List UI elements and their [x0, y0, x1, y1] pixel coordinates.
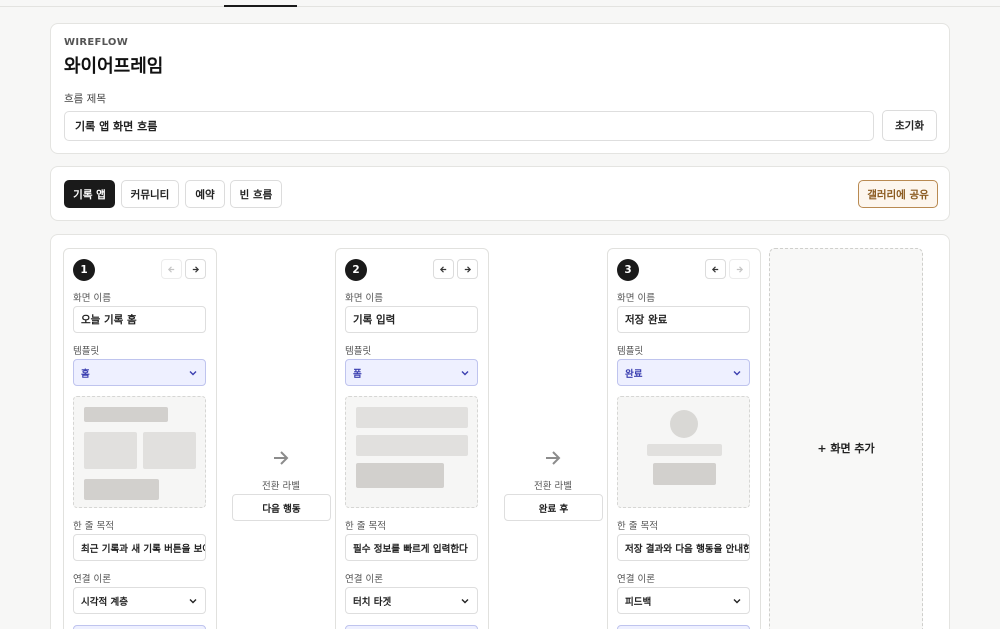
flow-title-label: 흐름 제목 [64, 93, 106, 105]
preview-block [647, 444, 722, 456]
theory-label: 연결 이론 [617, 574, 655, 585]
preview-block [653, 463, 716, 485]
share-to-gallery-button[interactable]: 갤러리에 공유 [858, 180, 938, 208]
preview-block [356, 463, 444, 488]
preview-block [84, 432, 137, 469]
preview-block [356, 407, 468, 428]
transition-connector-1: 전환 라벨 다음 행동 [221, 248, 341, 629]
move-left-button[interactable] [433, 259, 454, 279]
arrow-left-icon [167, 265, 175, 273]
screen-name-label: 화면 이름 [73, 293, 111, 304]
preset-tab-record-app[interactable]: 기록 앱 [64, 180, 115, 208]
brand-label: WIREFLOW [64, 37, 129, 48]
preset-tab-reservation[interactable]: 예약 [185, 180, 225, 208]
screen-card-3: 3 화면 이름 저장 완료 템플릿 완료 한 줄 목적 저장 결과와 다음 행동… [607, 248, 761, 629]
chevron-down-icon [733, 370, 741, 375]
transition-label-title: 전환 라벨 [262, 481, 300, 492]
purpose-input[interactable]: 필수 정보를 빠르게 입력한다 [345, 534, 478, 561]
template-select[interactable]: 홈 [73, 359, 206, 386]
theory-select[interactable]: 시각적 계층 [73, 587, 206, 614]
arrow-right-icon [546, 451, 561, 465]
screen-name-label: 화면 이름 [617, 293, 655, 304]
header-card: WIREFLOW 와이어프레임 흐름 제목 초기화 [50, 23, 950, 154]
flow-title-input[interactable] [64, 111, 874, 141]
theory-label: 연결 이론 [73, 574, 111, 585]
arrow-left-icon [439, 265, 447, 273]
template-value: 폼 [353, 368, 362, 380]
chevron-down-icon [733, 598, 741, 603]
chevron-down-icon [189, 370, 197, 375]
screen-action-field[interactable] [73, 625, 206, 629]
page-title: 와이어프레임 [64, 56, 164, 77]
screen-number-badge: 1 [73, 259, 95, 281]
purpose-input[interactable]: 저장 결과와 다음 행동을 안내한다 [617, 534, 750, 561]
template-label: 템플릿 [345, 346, 372, 357]
template-value: 완료 [625, 368, 643, 380]
screen-action-field[interactable] [617, 625, 750, 629]
screen-number-badge: 3 [617, 259, 639, 281]
screen-name-input[interactable]: 기록 입력 [345, 306, 478, 333]
template-select[interactable]: 폼 [345, 359, 478, 386]
theory-select[interactable]: 터치 타겟 [345, 587, 478, 614]
transition-label-input[interactable]: 완료 후 [504, 494, 603, 521]
preset-tab-community[interactable]: 커뮤니티 [121, 180, 179, 208]
theory-value: 피드백 [625, 596, 652, 608]
screen-number-badge: 2 [345, 259, 367, 281]
template-select[interactable]: 완료 [617, 359, 750, 386]
theory-select[interactable]: 피드백 [617, 587, 750, 614]
wireframe-preview-complete [617, 396, 750, 508]
preview-block [84, 479, 159, 500]
arrow-right-icon [192, 265, 200, 273]
move-left-button[interactable] [161, 259, 182, 279]
theory-value: 터치 타겟 [353, 596, 392, 608]
flow-board: 1 화면 이름 오늘 기록 홈 템플릿 홈 한 줄 목적 최근 기록과 새 기록… [50, 234, 950, 629]
arrow-right-icon [736, 265, 744, 273]
reset-button[interactable]: 초기화 [882, 110, 937, 141]
template-value: 홈 [81, 368, 90, 380]
arrow-right-icon [464, 265, 472, 273]
move-right-button[interactable] [457, 259, 478, 279]
purpose-label: 한 줄 목적 [73, 521, 114, 532]
move-right-button[interactable] [729, 259, 750, 279]
move-right-button[interactable] [185, 259, 206, 279]
preview-circle [670, 410, 698, 438]
screen-action-field[interactable] [345, 625, 478, 629]
preset-tab-empty-flow[interactable]: 빈 흐름 [230, 180, 282, 208]
top-nav-bar [0, 0, 1000, 7]
chevron-down-icon [189, 598, 197, 603]
screen-card-1: 1 화면 이름 오늘 기록 홈 템플릿 홈 한 줄 목적 최근 기록과 새 기록… [63, 248, 217, 629]
screen-name-label: 화면 이름 [345, 293, 383, 304]
move-left-button[interactable] [705, 259, 726, 279]
transition-label-input[interactable]: 다음 행동 [232, 494, 331, 521]
template-label: 템플릿 [617, 346, 644, 357]
screen-name-input[interactable]: 저장 완료 [617, 306, 750, 333]
purpose-label: 한 줄 목적 [345, 521, 386, 532]
arrow-left-icon [711, 265, 719, 273]
preview-block [84, 407, 168, 422]
screen-card-2: 2 화면 이름 기록 입력 템플릿 폼 한 줄 목적 필수 정보를 빠르게 입력… [335, 248, 489, 629]
active-nav-indicator [224, 5, 297, 7]
preview-block [356, 435, 468, 456]
transition-connector-2: 전환 라벨 완료 후 [493, 248, 613, 629]
theory-label: 연결 이론 [345, 574, 383, 585]
screen-name-input[interactable]: 오늘 기록 홈 [73, 306, 206, 333]
purpose-input[interactable]: 최근 기록과 새 기록 버튼을 보여준다 [73, 534, 206, 561]
theory-value: 시각적 계층 [81, 596, 129, 608]
purpose-label: 한 줄 목적 [617, 521, 658, 532]
template-label: 템플릿 [73, 346, 100, 357]
chevron-down-icon [461, 370, 469, 375]
preview-block [143, 432, 196, 469]
wireframe-preview-home [73, 396, 206, 508]
add-screen-button[interactable]: + 화면 추가 [769, 248, 923, 629]
transition-label-title: 전환 라벨 [534, 481, 572, 492]
arrow-right-icon [274, 451, 289, 465]
chevron-down-icon [461, 598, 469, 603]
wireframe-preview-form [345, 396, 478, 508]
preset-tabs-card: 기록 앱 커뮤니티 예약 빈 흐름 갤러리에 공유 [50, 166, 950, 221]
